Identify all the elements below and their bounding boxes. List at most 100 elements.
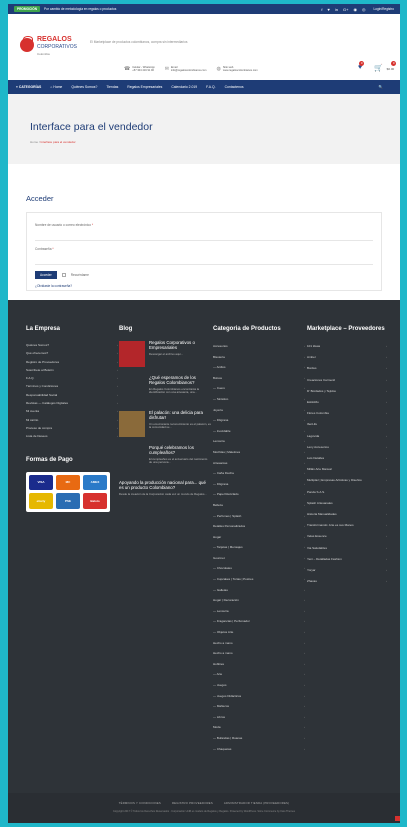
google-plus-icon[interactable]: G+ — [343, 7, 348, 12]
footer-provider-link[interactable]: 101 Ideas › — [307, 341, 387, 352]
blog-post[interactable]: ¿Qué esperamos de los Regalos Colombiano… — [119, 375, 211, 402]
footer-company-link[interactable]: Mi carrito › — [26, 416, 118, 424]
blog-post-title[interactable]: Regalos Corporativos o Empresariales — [149, 340, 211, 351]
footer-category-link[interactable]: — Arte › — [213, 669, 305, 680]
contact-value[interactable]: info@regaloscolombianos.com — [171, 69, 207, 72]
blog-post[interactable]: El palacón: una delicia para disfrutar! U… — [119, 410, 211, 437]
register-providers-link[interactable]: REGISTRO PROVEEDORES — [172, 801, 213, 805]
footer-category-link[interactable]: Mochilas | Maletines › — [213, 447, 305, 458]
footer-provider-link[interactable]: Yeni – Detalladas Fashion › — [307, 554, 387, 565]
footer-category-link[interactable]: Lencería › — [213, 436, 305, 447]
nav-item-regalos-empresariales[interactable]: Regalos Empresariales — [127, 85, 162, 89]
footer-category-link[interactable]: Belleza › — [213, 500, 305, 511]
nav-item-tiendas[interactable]: Tiendas — [106, 85, 118, 89]
linkedin-icon[interactable]: in — [335, 7, 338, 12]
footer-category-link[interactable]: Moda › — [213, 722, 305, 733]
login-button[interactable]: Acceder — [35, 271, 57, 279]
footer-category-link[interactable]: Gourmet › — [213, 553, 305, 564]
footer-category-link[interactable]: — Perfumes | Splash › — [213, 511, 305, 522]
footer-provider-link[interactable]: Panda S.A.S. › — [307, 487, 387, 498]
footer-provider-link[interactable]: Millán Arte Manual › — [307, 464, 387, 475]
footer-provider-link[interactable]: EstiloRio › — [307, 397, 387, 408]
footer-provider-link[interactable]: Flores Colombia › — [307, 408, 387, 419]
instagram-icon[interactable]: ◉ — [353, 7, 357, 12]
footer-provider-link[interactable]: Creaciones Carmenil › — [307, 375, 387, 386]
nav-item-contactenos[interactable]: Contactenos — [225, 85, 244, 89]
footer-provider-link[interactable]: IberLife › — [307, 419, 387, 430]
footer-category-link[interactable]: Joyería › — [213, 405, 305, 416]
footer-category-link[interactable]: Hecho a mano › — [213, 638, 305, 649]
footer-category-link[interactable]: Hobbies › — [213, 659, 305, 670]
footer-category-link[interactable]: — Cupcakes | Tortas | Postres › — [213, 574, 305, 585]
blog-post[interactable]: Apoyando la producción nacional para... … — [119, 480, 211, 496]
footer-category-link[interactable]: — Anillos › — [213, 362, 305, 373]
footer-category-link[interactable]: Artesanías › — [213, 458, 305, 469]
site-logo[interactable]: REGALOS CORPORATIVOS Colombia — [20, 34, 78, 60]
password-input[interactable] — [35, 256, 373, 265]
pinterest-icon[interactable]: ◎ — [362, 7, 366, 12]
footer-category-link[interactable]: — Caña Flecha › — [213, 468, 305, 479]
heart-icon[interactable]: ♥ — [327, 7, 329, 12]
footer-company-link[interactable]: F.A.Q. › — [26, 374, 118, 382]
footer-category-link[interactable]: — Papel Reciclado › — [213, 489, 305, 500]
footer-category-link[interactable]: — Juegos › — [213, 680, 305, 691]
footer-category-link[interactable]: Hecho a mano › — [213, 648, 305, 659]
blog-post-title[interactable]: ¿Qué esperamos de los Regalos Colombiano… — [149, 375, 211, 386]
footer-category-link[interactable]: — Chocolates › — [213, 563, 305, 574]
footer-company-link[interactable]: Qué ofrecemos? › — [26, 349, 118, 357]
blog-post-title[interactable]: Apoyando la producción nacional para... … — [119, 480, 211, 491]
blog-post-thumbnail[interactable] — [119, 341, 145, 367]
footer-provider-link[interactable]: Bordes › — [307, 363, 387, 374]
footer-category-link[interactable]: — Chaquetas › — [213, 744, 305, 755]
footer-category-link[interactable]: — Lencería › — [213, 606, 305, 617]
promo-badge[interactable]: PROMOCIÓN — [14, 6, 41, 12]
login-register-link[interactable]: Login/Registro — [373, 7, 394, 11]
footer-provider-link[interactable]: Leny Accesorios › — [307, 442, 387, 453]
blog-post-thumbnail[interactable] — [119, 411, 145, 437]
blog-post-title[interactable]: El palacón: una delicia para disfrutar! — [149, 410, 211, 421]
store-admin-link[interactable]: ADMINISTRADOR TIENDA (PROVEEDORES) — [224, 801, 289, 805]
terms-link[interactable]: TÉRMINOS Y CONDICIONES — [119, 801, 161, 805]
categories-menu-button[interactable]: ≡ CATEGORÍAS — [16, 85, 41, 89]
footer-company-link[interactable]: Responsabilidad Social › — [26, 391, 118, 399]
footer-category-link[interactable]: — Filigrana › — [213, 479, 305, 490]
nav-item-quienes-somos[interactable]: Quiénes Somos? — [71, 85, 97, 89]
wishlist-button[interactable]: ♥ 0 — [358, 61, 365, 71]
footer-category-link[interactable]: Bolsos › — [213, 373, 305, 384]
footer-provider-link[interactable]: Via Saludables › — [307, 543, 387, 554]
footer-company-link[interactable]: Registro de Proveedores › — [26, 358, 118, 366]
scroll-to-top-button[interactable] — [395, 816, 400, 821]
blog-post-title[interactable]: Porqué celebramos los cumpleaños? — [149, 445, 211, 456]
username-input[interactable] — [35, 232, 373, 241]
footer-category-link[interactable]: — Filigrana › — [213, 415, 305, 426]
footer-category-link[interactable]: — Inoxidable › — [213, 426, 305, 437]
footer-provider-link[interactable]: Zhavas › — [307, 576, 387, 587]
footer-provider-link[interactable]: Lagovida › — [307, 431, 387, 442]
cart-button[interactable]: 🛒 0 $0.00 — [374, 61, 397, 72]
footer-company-link[interactable]: Términos y Condiciones › — [26, 382, 118, 390]
remember-checkbox[interactable] — [61, 273, 66, 277]
footer-company-link[interactable]: Proceso de compra › — [26, 424, 118, 432]
nav-item-home[interactable]: ⌂ Home — [50, 85, 62, 89]
footer-category-link[interactable]: Accesorios › — [213, 341, 305, 352]
footer-category-link[interactable]: Hogar | Decoración › — [213, 595, 305, 606]
blog-post-thumbnail[interactable] — [119, 446, 145, 472]
footer-provider-link[interactable]: Velas Essence › — [307, 531, 387, 542]
footer-provider-link[interactable]: Historia Manualidades › — [307, 509, 387, 520]
footer-provider-link[interactable]: Luis Detalles › — [307, 453, 387, 464]
facebook-icon[interactable]: f — [321, 7, 322, 12]
nav-item-faq[interactable]: F.A.Q. — [206, 85, 215, 89]
blog-post[interactable]: Porqué celebramos los cumpleaños? El cump… — [119, 445, 211, 472]
blog-post-thumbnail[interactable] — [119, 376, 145, 402]
footer-provider-link[interactable]: Yoryar › — [307, 565, 387, 576]
footer-category-link[interactable]: — Juegos Didácticos › — [213, 691, 305, 702]
footer-company-link[interactable]: Mi cuenta › — [26, 407, 118, 415]
search-icon[interactable]: 🔍 — [379, 85, 383, 89]
nav-item-calendario[interactable]: Calendario 2.019 — [171, 85, 197, 89]
footer-company-link[interactable]: Lista de Deseos › — [26, 432, 118, 440]
footer-category-link[interactable]: — Tarjetas | Mensajes › — [213, 542, 305, 553]
footer-category-link[interactable]: — Fragancias | Perfumador › — [213, 616, 305, 627]
footer-category-link[interactable]: — Objetos Arte › — [213, 627, 305, 638]
footer-category-link[interactable]: — Galletas › — [213, 585, 305, 596]
footer-category-link[interactable]: Hogar › — [213, 532, 305, 543]
